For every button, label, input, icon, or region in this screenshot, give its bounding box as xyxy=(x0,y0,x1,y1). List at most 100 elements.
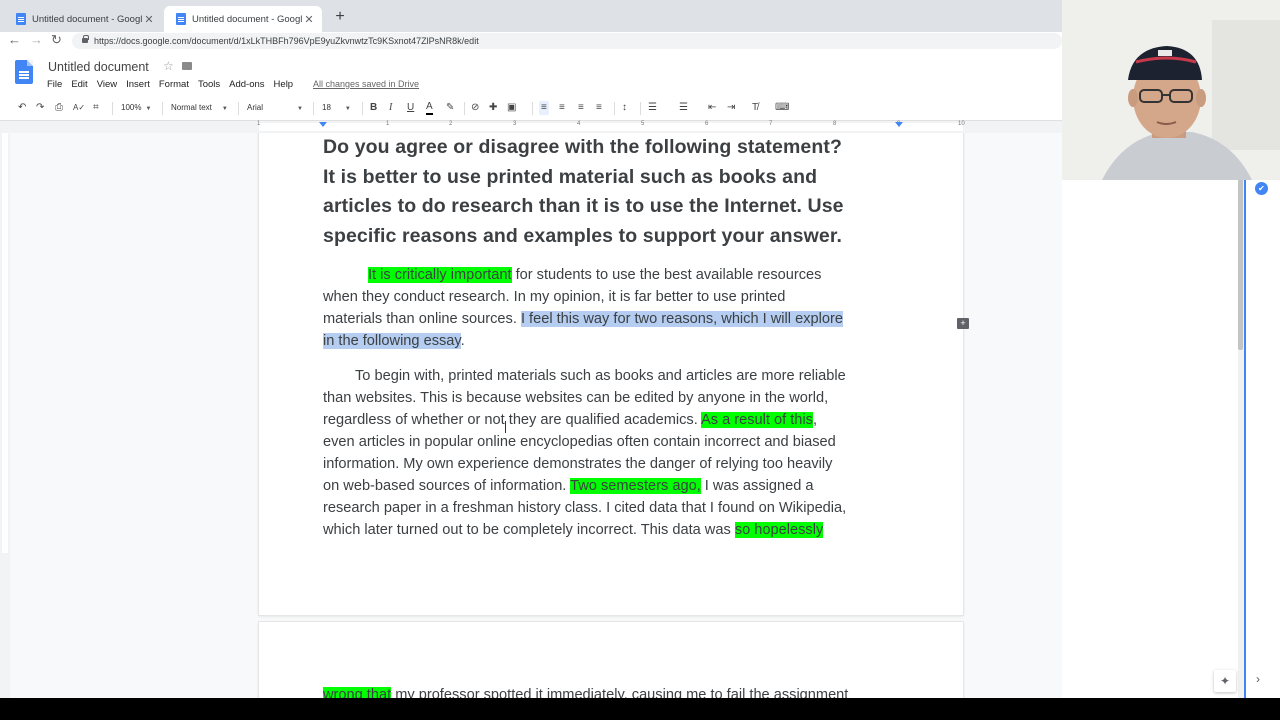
clear-formatting-icon[interactable]: T̸ xyxy=(752,101,758,115)
address-bar[interactable]: https://docs.google.com/document/d/1xLkT… xyxy=(72,33,1062,49)
docs-logo-icon[interactable] xyxy=(15,60,33,84)
menu-edit[interactable]: Edit xyxy=(71,79,87,90)
browser-tab-2[interactable]: Untitled document - Google Doc ✕ xyxy=(164,6,322,32)
save-status[interactable]: All changes saved in Drive xyxy=(313,79,419,89)
forward-icon[interactable]: → xyxy=(30,32,43,48)
style-select[interactable]: Normal text ▼ xyxy=(171,101,228,116)
text-line: wrong that my professor spotted it immed… xyxy=(323,684,943,698)
browser-tab-1[interactable]: Untitled document - Google Doc ✕ xyxy=(4,6,162,32)
scrollbar-thumb[interactable] xyxy=(1238,160,1243,350)
bold-icon[interactable]: B xyxy=(370,101,377,115)
document-heading[interactable]: Do you agree or disagree with the follow… xyxy=(323,133,923,251)
heading-line: specific reasons and examples to support… xyxy=(323,224,842,247)
text-run: To begin with, printed materials such as… xyxy=(355,368,846,384)
add-comment-icon[interactable]: + xyxy=(957,318,969,329)
align-center-icon[interactable]: ≡ xyxy=(559,101,565,115)
link-icon[interactable]: ⊘ xyxy=(471,101,479,115)
document-page[interactable]: wrong that my professor spotted it immed… xyxy=(259,622,963,698)
chevron-down-icon: ▼ xyxy=(145,106,152,112)
back-icon[interactable]: ← xyxy=(8,32,21,48)
text-run: which later turned out to be completely … xyxy=(323,522,735,538)
menu-tools[interactable]: Tools xyxy=(198,79,220,90)
selected-text: in the following essay xyxy=(323,333,461,349)
right-indent-marker[interactable] xyxy=(895,122,903,127)
text-line: than websites. This is because websites … xyxy=(323,390,829,406)
text-line: materials than online sources. I feel th… xyxy=(323,308,903,330)
toolbar-divider xyxy=(238,102,239,115)
document-canvas: Do you agree or disagree with the follow… xyxy=(0,133,1238,698)
text-line: regardless of whether or not they are qu… xyxy=(323,409,903,431)
print-icon[interactable]: ⎙ xyxy=(55,101,63,115)
browser-tab-strip: Untitled document - Google Doc ✕ Untitle… xyxy=(0,0,1062,32)
new-tab-button[interactable]: + xyxy=(332,8,348,26)
paragraph-body[interactable]: To begin with, printed materials such as… xyxy=(323,365,903,541)
toolbar-divider xyxy=(362,102,363,115)
highlight-color-icon[interactable]: ✎ xyxy=(446,101,454,115)
text-line: when they conduct research. In my opinio… xyxy=(323,289,786,305)
font-size-select[interactable]: 18 ▼ xyxy=(322,101,351,116)
align-left-icon[interactable]: ≡ xyxy=(539,101,549,115)
italic-icon[interactable]: I xyxy=(389,101,392,115)
check-icon[interactable]: ✔ xyxy=(1255,182,1268,195)
redo-icon[interactable]: ↷ xyxy=(36,101,44,115)
star-icon[interactable]: ☆ xyxy=(163,59,174,73)
input-tools-icon[interactable]: ⌨ xyxy=(775,101,789,115)
ruler-number: 2 xyxy=(449,121,453,127)
highlighted-text: As a result of this xyxy=(701,412,813,428)
menu-addons[interactable]: Add-ons xyxy=(229,79,264,90)
zoom-select[interactable]: 100% ▼ xyxy=(121,101,151,116)
font-value: Arial xyxy=(247,103,264,112)
menu-help[interactable]: Help xyxy=(274,79,294,90)
menu-format[interactable]: Format xyxy=(159,79,189,90)
bottom-bar xyxy=(0,698,1280,720)
ruler-number: 3 xyxy=(513,121,517,127)
heading-line: Do you agree or disagree with the follow… xyxy=(323,136,842,158)
numbered-list-icon[interactable]: ☰ xyxy=(648,101,657,115)
text-run: my professor spotted it immediately, cau… xyxy=(391,687,849,698)
vertical-ruler-track xyxy=(2,133,8,553)
increase-indent-icon[interactable]: ⇥ xyxy=(727,101,735,115)
chevron-right-icon[interactable]: › xyxy=(1256,672,1260,686)
style-value: Normal text xyxy=(171,103,212,112)
text-line: on web-based sources of information. Two… xyxy=(323,475,903,497)
decrease-indent-icon[interactable]: ⇤ xyxy=(708,101,716,115)
line-spacing-icon[interactable]: ↕ xyxy=(622,101,627,115)
insert-image-icon[interactable]: ▣ xyxy=(507,101,516,115)
document-title[interactable]: Untitled document xyxy=(48,60,149,74)
menu-view[interactable]: View xyxy=(97,79,117,90)
tab-close-icon[interactable]: ✕ xyxy=(302,13,316,26)
align-right-icon[interactable]: ≡ xyxy=(578,101,584,115)
spellcheck-icon[interactable]: A✓ xyxy=(73,101,85,115)
text-line: information. My own experience demonstra… xyxy=(323,456,833,472)
underline-icon[interactable]: U xyxy=(407,101,414,115)
menu-file[interactable]: File xyxy=(47,79,62,90)
docs-favicon-icon xyxy=(16,13,26,25)
text-cursor xyxy=(505,421,506,433)
side-panel xyxy=(1062,180,1280,698)
insert-comment-icon[interactable]: ✚ xyxy=(489,101,497,115)
ruler-number: 10 xyxy=(958,121,965,127)
paragraph-intro[interactable]: It is critically important for students … xyxy=(323,264,903,352)
browser-toolbar: ← → ↻ https://docs.google.com/document/d… xyxy=(0,32,1062,52)
menu-insert[interactable]: Insert xyxy=(126,79,150,90)
document-page[interactable]: Do you agree or disagree with the follow… xyxy=(259,133,963,615)
justify-icon[interactable]: ≡ xyxy=(596,101,602,115)
tab-close-icon[interactable]: ✕ xyxy=(142,13,156,26)
chevron-down-icon: ▼ xyxy=(221,106,228,112)
explore-icon[interactable]: ✦ xyxy=(1214,670,1236,692)
font-select[interactable]: Arial ▼ xyxy=(247,101,303,116)
text-line: even articles in popular online encyclop… xyxy=(323,434,836,450)
chevron-down-icon: ▼ xyxy=(297,106,303,112)
chevron-down-icon: ▼ xyxy=(344,106,351,112)
bulleted-list-icon[interactable]: ☰ xyxy=(679,101,688,115)
horizontal-ruler[interactable]: 1 1 2 3 4 5 6 7 8 9 10 xyxy=(0,121,1062,133)
folder-icon[interactable] xyxy=(182,62,192,70)
reload-icon[interactable]: ↻ xyxy=(51,32,62,48)
left-indent-marker[interactable] xyxy=(319,122,327,127)
lock-icon xyxy=(82,35,89,43)
paragraph-continued[interactable]: wrong that my professor spotted it immed… xyxy=(323,684,943,698)
paint-format-icon[interactable]: ⌗ xyxy=(93,101,99,115)
menu-bar: File Edit View Insert Format Tools Add-o… xyxy=(47,79,302,90)
text-color-icon[interactable]: A xyxy=(426,101,433,115)
undo-icon[interactable]: ↶ xyxy=(18,101,26,115)
